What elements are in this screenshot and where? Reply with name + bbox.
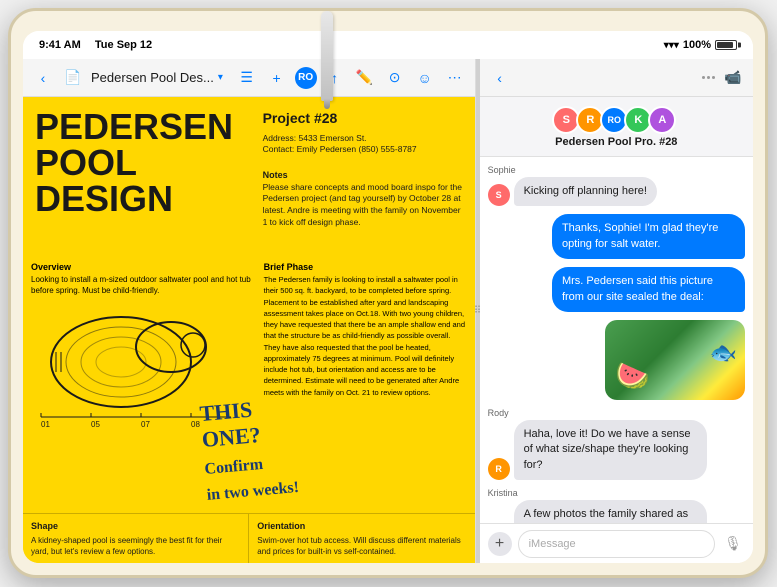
doc-toolbar: ‹ 📄 Pedersen Pool Des... ▾ ☰ + RO ↑ ✏️ ⊙… — [23, 59, 475, 97]
msg-row-sent-1: Thanks, Sophie! I'm glad they're opting … — [488, 214, 745, 259]
doc-main-title: PEDERSENPOOLDESIGN — [35, 109, 253, 217]
lasso-button[interactable]: ⊙ — [383, 66, 407, 90]
time-display: 9:41 AM — [39, 39, 81, 51]
more-options-button[interactable]: ⋯ — [443, 66, 467, 90]
avatar-a: A — [648, 106, 676, 134]
microphone-button[interactable]: 🎙 — [721, 532, 745, 556]
three-dot-menu[interactable] — [702, 76, 715, 79]
video-call-button[interactable]: 📹 — [721, 66, 745, 90]
doc-content: PEDERSENPOOLDESIGN Project #28 Address: … — [23, 97, 475, 563]
msg-bubble-sent-1[interactable]: Thanks, Sophie! I'm glad they're opting … — [552, 214, 745, 259]
kristina-section: Kristina K A few photos the family share… — [488, 488, 745, 523]
notes-doc: PEDERSENPOOLDESIGN Project #28 Address: … — [23, 97, 475, 563]
msg-bubble-kristina[interactable]: A few photos the family shared as inspo: — [514, 500, 707, 523]
group-name: Pedersen Pool Pro. #28 — [555, 136, 677, 148]
msg-bubble-sent-2[interactable]: Mrs. Pedersen said this picture from our… — [552, 267, 745, 312]
pencil-tool-button[interactable]: ✏️ — [353, 66, 377, 90]
messages-toolbar: ‹ 📹 — [480, 59, 753, 97]
msg-row-sent-2: Mrs. Pedersen said this picture from our… — [488, 267, 745, 312]
address-text: Address: 5433 Emerson St. — [263, 133, 463, 145]
split-divider[interactable] — [476, 59, 480, 563]
rody-avatar: R — [488, 458, 510, 480]
battery-icon — [715, 40, 737, 50]
svg-text:05: 05 — [91, 420, 100, 427]
sender-label-sophie: Sophie S Kicking off planning here! — [488, 165, 745, 206]
messages-back-button[interactable]: ‹ — [488, 66, 512, 90]
messages-header: S R RO K A Pedersen Pool Pro. #28 — [480, 97, 753, 157]
msg-row-received-1: S Kicking off planning here! — [488, 177, 745, 206]
back-button[interactable]: ‹ — [31, 66, 55, 90]
message-input[interactable]: iMessage — [518, 530, 715, 558]
shape-text: A kidney-shaped pool is seemingly the be… — [31, 535, 240, 557]
photo-attachment[interactable]: 🍉 🐟 — [605, 320, 745, 400]
sophie-avatar: S — [488, 184, 510, 206]
brief-text: The Pedersen family is looking to instal… — [264, 274, 469, 398]
msg-row-rody: R Haha, love it! Do we have a sense of w… — [488, 420, 745, 480]
orientation-section: Orientation Swim-over hot tub access. Wi… — [249, 514, 474, 563]
doc-title: Pedersen Pool Des... — [91, 70, 214, 85]
dot-1 — [702, 76, 705, 79]
apple-pencil — [321, 11, 333, 101]
add-attachment-button[interactable]: + — [488, 532, 512, 556]
sophie-name: Sophie — [488, 165, 745, 175]
input-placeholder: iMessage — [529, 538, 576, 550]
shape-section: Shape A kidney-shaped pool is seemingly … — [23, 514, 249, 563]
status-left: 9:41 AM Tue Sep 12 — [39, 39, 152, 51]
msg-bubble-rody[interactable]: Haha, love it! Do we have a sense of wha… — [514, 420, 707, 480]
dot-3 — [712, 76, 715, 79]
orientation-text: Swim-over hot tub access. Will discuss d… — [257, 535, 466, 557]
doc-info-box: Project #28 Address: 5433 Emerson St. Co… — [263, 109, 463, 229]
list-view-button[interactable]: ☰ — [235, 66, 259, 90]
rody-name: Rody — [488, 408, 745, 418]
msg-input-bar: + iMessage 🎙 — [480, 523, 753, 563]
doc-side: ‹ 📄 Pedersen Pool Des... ▾ ☰ + RO ↑ ✏️ ⊙… — [23, 59, 476, 563]
orientation-label: Orientation — [257, 520, 466, 533]
battery-fill — [717, 42, 733, 48]
doc-header: PEDERSENPOOLDESIGN Project #28 Address: … — [23, 97, 475, 237]
avatar-group: S R RO K A — [556, 106, 676, 134]
notes-label: Notes — [263, 169, 463, 182]
overview-label: Overview — [31, 262, 251, 272]
svg-text:08: 08 — [191, 420, 200, 427]
svg-text:07: 07 — [141, 420, 150, 427]
brief-label: Brief Phase — [264, 262, 469, 272]
svg-text:01: 01 — [41, 420, 50, 427]
add-button[interactable]: + — [265, 66, 289, 90]
handwritten-text: THISONE? Confirmin two weeks! — [199, 394, 300, 507]
doc-chevron-icon[interactable]: ▾ — [218, 72, 223, 83]
dot-2 — [707, 76, 710, 79]
msg-row-photo: 🍉 🐟 — [488, 320, 745, 400]
notes-text: Please share concepts and mood board ins… — [263, 182, 463, 230]
date-display: Tue Sep 12 — [95, 39, 152, 51]
fish-icon: 🐟 — [710, 340, 737, 366]
messages-side: ‹ 📹 S R RO K A — [480, 59, 753, 563]
rody-section: Rody R Haha, love it! Do we have a sense… — [488, 408, 745, 480]
split-view: ‹ 📄 Pedersen Pool Des... ▾ ☰ + RO ↑ ✏️ ⊙… — [23, 59, 753, 563]
bottom-sections: Shape A kidney-shaped pool is seemingly … — [23, 513, 475, 563]
message-list: Sophie S Kicking off planning here! Than… — [480, 157, 753, 523]
ro-badge: RO — [295, 67, 317, 89]
screen: 9:41 AM Tue Sep 12 ▾▾▾ 100% ‹ 📄 — [23, 31, 753, 563]
kristina-name: Kristina — [488, 488, 745, 498]
project-title: Project #28 — [263, 109, 463, 129]
watermelon-icon: 🍉 — [615, 359, 650, 392]
wifi-icon: ▾▾▾ — [664, 40, 679, 51]
status-bar: 9:41 AM Tue Sep 12 ▾▾▾ 100% — [23, 31, 753, 59]
ipad-frame: 9:41 AM Tue Sep 12 ▾▾▾ 100% ‹ 📄 — [8, 8, 768, 578]
shape-label: Shape — [31, 520, 240, 533]
emoji-button[interactable]: ☺ — [413, 66, 437, 90]
battery-percent: 100% — [683, 39, 711, 51]
doc-title-area: Pedersen Pool Des... ▾ — [91, 70, 229, 85]
doc-view-icon[interactable]: 📄 — [61, 66, 85, 90]
brief-section: Brief Phase The Pedersen family is looki… — [264, 262, 469, 398]
status-right: ▾▾▾ 100% — [664, 39, 737, 51]
contact-text: Contact: Emily Pedersen (850) 555-8787 — [263, 144, 463, 156]
msg-bubble-sophie[interactable]: Kicking off planning here! — [514, 177, 657, 206]
msg-row-kristina-1: K A few photos the family shared as insp… — [488, 500, 745, 523]
